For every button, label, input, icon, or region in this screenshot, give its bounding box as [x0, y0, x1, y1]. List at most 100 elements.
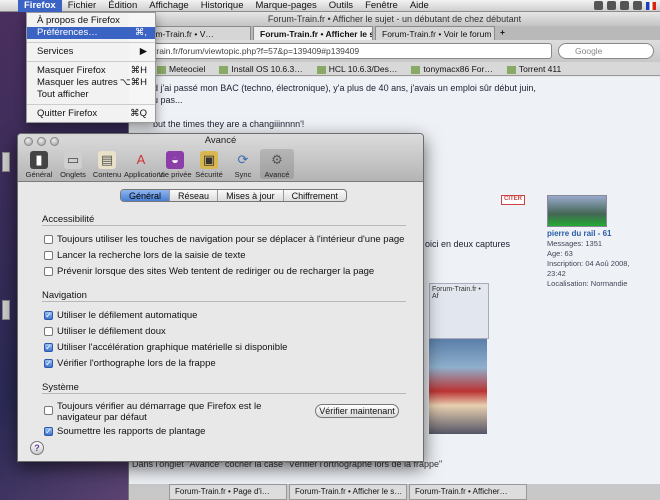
close-window-button[interactable] [24, 137, 33, 146]
bottom-tab-strip: Forum-Train.fr • Page d'i… Forum-Train.f… [129, 484, 660, 500]
section-title-navigation: Navigation [42, 290, 87, 301]
time-machine-icon[interactable] [607, 1, 616, 10]
pref-pane-tabs[interactable]: ▭ Onglets [56, 149, 90, 179]
checkbox-checked[interactable]: ✓ [44, 427, 53, 436]
option-default-browser-check[interactable]: Toujours vérifier au démarrage que Firef… [44, 401, 304, 423]
firefox-app-menu: À propos de Firefox Préférences… ⌘, Servi… [26, 12, 156, 123]
desktop-icon[interactable] [2, 152, 10, 172]
bluetooth-icon[interactable] [594, 1, 603, 10]
menu-item-show-all[interactable]: Tout afficher [27, 89, 155, 101]
checkbox-checked[interactable]: ✓ [44, 343, 53, 352]
menu-historique[interactable]: Historique [195, 0, 250, 12]
pref-pane-applications[interactable]: A Applications [124, 149, 164, 179]
menu-extras [594, 1, 660, 10]
pref-pane-advanced[interactable]: ⚙ Avancé [260, 149, 294, 179]
option-spellcheck[interactable]: ✓ Vérifier l'orthographe lors de la frap… [44, 358, 216, 369]
option-keyboard-navigation[interactable]: Toujours utiliser les touches de navigat… [44, 234, 404, 245]
pref-pane-security[interactable]: ▣ Sécurité [192, 149, 226, 179]
pref-pane-sync[interactable]: ⟳ Sync [226, 149, 260, 179]
menu-fenetre[interactable]: Fenêtre [359, 0, 404, 12]
desktop-icon[interactable] [2, 300, 10, 320]
pref-pane-content[interactable]: ▤ Contenu [90, 149, 124, 179]
gear-icon: ⚙ [271, 152, 283, 167]
new-tab-button[interactable]: + [497, 26, 511, 40]
content-page-icon: ▤ [98, 151, 116, 169]
screenshot-thumbnail: Forum-Train.fr • Af [429, 283, 489, 339]
user-profile: pierre du rail - 61 Messages: 1351 Age: … [547, 195, 647, 289]
navigation-bar: train.fr/forum/viewtopic.php?f=57&p=1394… [129, 40, 660, 62]
window-title: Avancé [204, 135, 237, 146]
menu-item-hide-others[interactable]: Masquer les autres ⌥⌘H [27, 77, 155, 89]
subtab-general[interactable]: Général [121, 190, 170, 201]
bookmark-icon [506, 65, 516, 74]
bookmark-icon [316, 65, 326, 74]
url-field[interactable]: train.fr/forum/viewtopic.php?f=57&p=1394… [149, 43, 552, 59]
checkbox[interactable] [44, 235, 53, 244]
checkbox[interactable] [44, 327, 53, 336]
browser-tab[interactable]: Forum-Train.fr • Afficher le s… [289, 484, 407, 500]
menu-affichage[interactable]: Affichage [143, 0, 194, 12]
minimize-window-button[interactable] [37, 137, 46, 146]
menu-aide[interactable]: Aide [404, 0, 435, 12]
input-source-flag-icon[interactable] [646, 1, 656, 10]
post-text: u pas... [153, 95, 183, 105]
search-field[interactable]: Google [558, 43, 654, 59]
bookmark-item[interactable]: HCL 10.6.3/Des… [316, 62, 397, 75]
menu-item-quit[interactable]: Quitter Firefox ⌘Q [27, 108, 155, 120]
menu-firefox[interactable]: Firefox [18, 0, 62, 12]
profile-line: Inscription: 04 Aoû 2008, 23:42 [547, 259, 630, 278]
pref-pane-privacy[interactable]: ◒ Vie privée [158, 149, 192, 179]
bookmark-icon [219, 65, 229, 74]
profile-line: Age: 63 [547, 249, 573, 258]
menu-item-services[interactable]: Services ▶ [27, 46, 155, 58]
option-crash-reports[interactable]: ✓ Soumettre les rapports de plantage [44, 426, 205, 437]
volume-icon[interactable] [633, 1, 642, 10]
menu-marque-pages[interactable]: Marque-pages [250, 0, 323, 12]
profile-name[interactable]: pierre du rail - 61 [547, 229, 647, 239]
option-search-while-typing[interactable]: Lancer la recherche lors de la saisie de… [44, 250, 246, 261]
quote-button[interactable]: CITER [501, 195, 525, 205]
browser-tab-active[interactable]: Forum-Train.fr • Afficher le suj… [253, 26, 373, 40]
menu-edition[interactable]: Édition [102, 0, 143, 12]
menu-bar: Firefox Fichier Édition Affichage Histor… [0, 0, 660, 12]
bookmark-item[interactable]: Install OS 10.6.3… [219, 62, 303, 75]
checkbox[interactable] [44, 267, 53, 276]
browser-tab[interactable]: Forum-Train.fr • Afficher… [409, 484, 527, 500]
window-controls [24, 137, 59, 146]
option-autoscroll[interactable]: ✓ Utiliser le défilement automatique [44, 310, 197, 321]
menu-outils[interactable]: Outils [323, 0, 359, 12]
lock-icon: ▣ [200, 151, 218, 169]
pref-pane-general[interactable]: ▮ Général [22, 149, 56, 179]
applications-icon: A [136, 152, 146, 167]
checkbox-checked[interactable]: ✓ [44, 311, 53, 320]
bookmark-item[interactable]: Meteociel [157, 62, 205, 75]
section-divider [42, 301, 406, 302]
browser-tab[interactable]: Forum-Train.fr • Voir le forum … [375, 26, 495, 40]
subtab-updates[interactable]: Mises à jour [217, 190, 283, 201]
menu-fichier[interactable]: Fichier [62, 0, 103, 12]
bookmark-item[interactable]: tonymacx86 For… [411, 62, 493, 75]
menu-separator [27, 104, 155, 105]
preferences-window: Avancé ▮ Général ▭ Onglets ▤ Contenu A A… [17, 133, 424, 462]
option-hardware-acceleration[interactable]: ✓ Utiliser l'accélération graphique maté… [44, 342, 287, 353]
train-photo [429, 339, 487, 434]
menu-item-hide-firefox[interactable]: Masquer Firefox ⌘H [27, 65, 155, 77]
browser-tab[interactable]: Forum-Train.fr • Page d'i… [169, 484, 287, 500]
checkbox[interactable] [44, 406, 53, 415]
check-now-button[interactable]: Vérifier maintenant [315, 404, 399, 418]
option-smooth-scroll[interactable]: Utiliser le défilement doux [44, 326, 166, 337]
subtab-network[interactable]: Réseau [169, 190, 217, 201]
wifi-icon[interactable] [620, 1, 629, 10]
section-divider [42, 393, 406, 394]
zoom-window-button[interactable] [50, 137, 59, 146]
profile-line: Messages: 1351 [547, 239, 603, 248]
checkbox[interactable] [44, 251, 53, 260]
help-button[interactable]: ? [30, 441, 44, 455]
subtab-encryption[interactable]: Chiffrement [282, 190, 346, 201]
option-warn-redirect[interactable]: Prévenir lorsque des sites Web tentent d… [44, 266, 374, 277]
preferences-content: Accessibilité Toujours utiliser les touc… [18, 210, 423, 461]
menu-item-about[interactable]: À propos de Firefox [27, 15, 155, 27]
checkbox-checked[interactable]: ✓ [44, 359, 53, 368]
bookmark-item[interactable]: Torrent 411 [506, 62, 561, 75]
menu-item-preferences[interactable]: Préférences… ⌘, [27, 27, 155, 39]
